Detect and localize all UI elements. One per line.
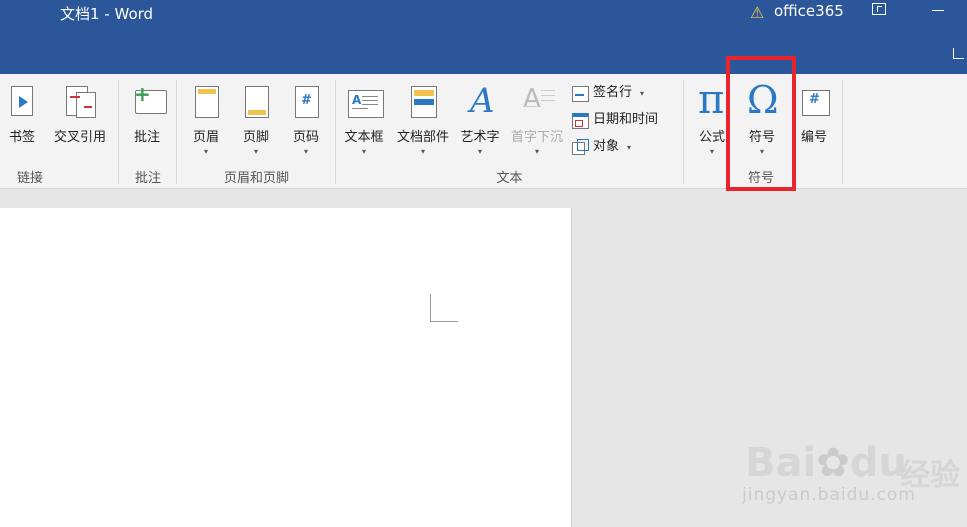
- header-icon: [190, 84, 222, 118]
- wordart-icon: A: [470, 81, 495, 121]
- account-name[interactable]: office365: [774, 2, 844, 20]
- warning-icon[interactable]: ⚠: [750, 3, 764, 22]
- bookmark-icon: [6, 84, 38, 118]
- group-label-comments: 批注: [134, 171, 161, 186]
- group-label-links: 链接: [16, 171, 43, 186]
- ribbon-display-options-icon[interactable]: [872, 3, 886, 15]
- separator: [683, 80, 684, 184]
- footer-icon: [240, 84, 272, 118]
- comment-button[interactable]: + 批注: [124, 80, 170, 160]
- object-icon: [572, 138, 589, 155]
- quick-parts-button[interactable]: 文档部件 ▾: [392, 80, 454, 160]
- object-button[interactable]: 对象 ▾: [572, 135, 631, 155]
- header-button[interactable]: 页眉 ▾: [184, 80, 228, 160]
- signature-icon: [572, 85, 589, 102]
- title-bar: 文档1 - Word ⚠ office365: [0, 0, 967, 74]
- footer-button[interactable]: 页脚 ▾: [234, 80, 278, 160]
- group-label-text: 文本: [496, 171, 523, 186]
- ribbon-insert: 书签 交叉引用 + 批注 页眉 ▾ 页脚 ▾ # 页码 ▾ A 文本框 ▾ 文档…: [0, 74, 967, 189]
- symbol-highlight-box: [726, 56, 796, 191]
- number-icon: #: [798, 84, 830, 118]
- minimize-button[interactable]: [932, 10, 944, 11]
- quick-parts-icon: [407, 84, 439, 118]
- textbox-button[interactable]: A 文本框 ▾: [340, 80, 388, 160]
- document-page[interactable]: [0, 208, 572, 527]
- pi-icon: π: [698, 77, 725, 123]
- separator: [118, 80, 119, 184]
- drop-cap-button[interactable]: A 首字下沉 ▾: [505, 80, 569, 160]
- group-label-header-footer: 页眉和页脚: [223, 171, 289, 186]
- bookmark-button[interactable]: 书签: [2, 80, 42, 160]
- calendar-icon: [572, 112, 589, 129]
- comment-icon: +: [131, 84, 167, 118]
- separator: [842, 80, 843, 184]
- signature-line-button[interactable]: 签名行 ▾: [572, 81, 644, 102]
- cross-reference-icon: [64, 84, 96, 118]
- number-button[interactable]: # 编号: [794, 80, 834, 160]
- margin-corner-mark: [430, 294, 458, 322]
- wordart-button[interactable]: A 艺术字 ▾: [456, 80, 504, 160]
- page-number-button[interactable]: # 页码 ▾: [284, 80, 328, 160]
- page-number-icon: #: [290, 84, 322, 118]
- window-title: 文档1 - Word: [60, 5, 154, 23]
- drop-cap-icon: A: [521, 84, 555, 118]
- date-time-button[interactable]: 日期和时间: [572, 108, 658, 129]
- cross-reference-button[interactable]: 交叉引用: [46, 80, 114, 160]
- watermark-logo: Bai✿du: [745, 440, 907, 486]
- separator: [176, 80, 177, 184]
- textbox-icon: A: [348, 84, 384, 118]
- watermark-url: jingyan.baidu.com: [742, 485, 916, 505]
- collapse-ribbon-icon[interactable]: [953, 48, 964, 59]
